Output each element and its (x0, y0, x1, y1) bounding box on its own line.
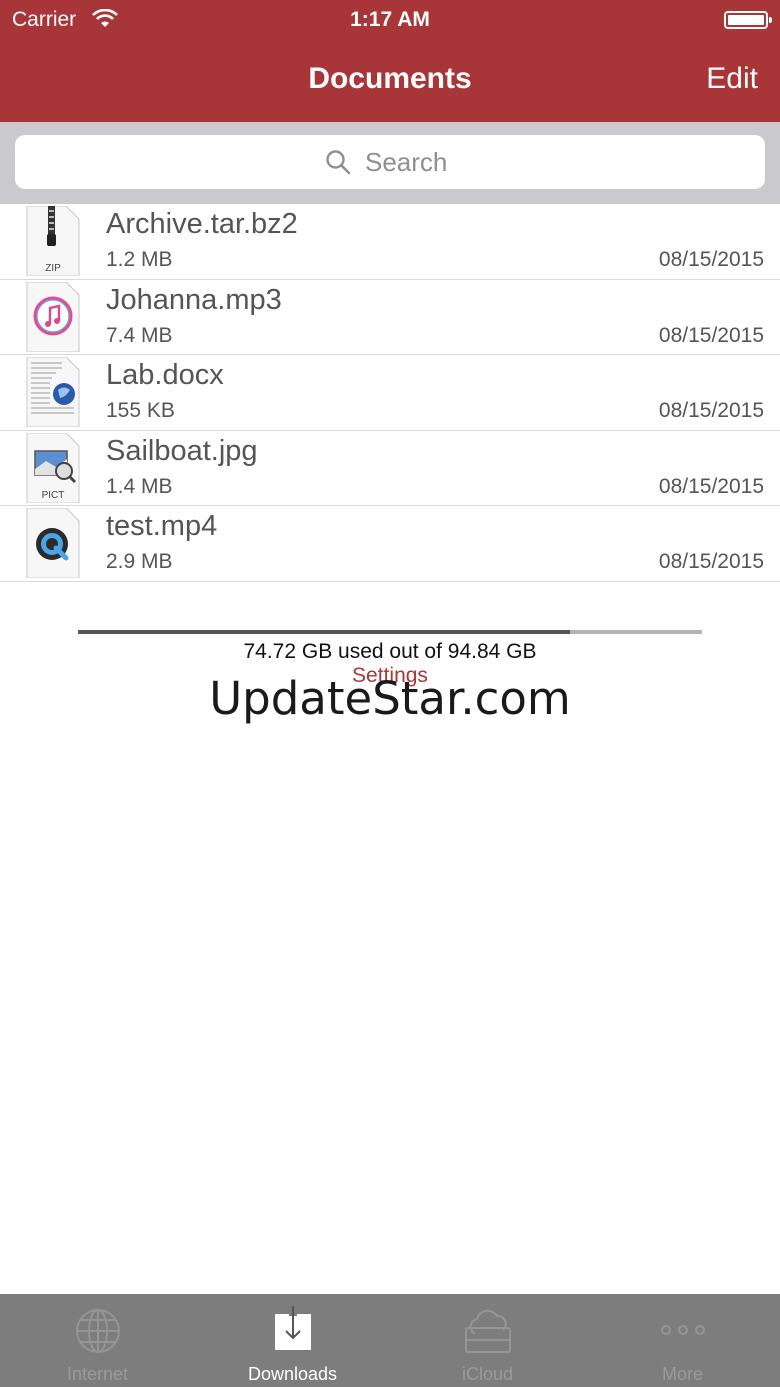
file-date: 08/15/2015 (658, 399, 764, 422)
tab-internet[interactable]: Internet (0, 1294, 195, 1387)
file-row[interactable]: Johanna.mp3 7.4 MB 08/15/2015 (0, 280, 780, 355)
file-badge: ZIP (45, 263, 61, 274)
navigation-bar: Carrier 1:17 AM Documents Edit (0, 0, 780, 122)
file-name: test.mp4 (106, 510, 218, 542)
image-file-icon: PICT (26, 432, 80, 503)
more-icon (660, 1325, 705, 1335)
file-list: ZIP Archive.tar.bz2 1.2 MB 08/15/2015 Jo… (0, 204, 780, 582)
document-file-icon (26, 357, 80, 427)
file-name: Lab.docx (106, 359, 224, 391)
cloud-icon (464, 1309, 511, 1353)
tab-label: Internet (66, 1364, 129, 1384)
file-badge: PICT (42, 490, 65, 501)
tab-label: Downloads (247, 1364, 338, 1384)
tab-downloads[interactable]: Downloads (195, 1294, 390, 1387)
quicktime-file-icon (26, 508, 80, 578)
status-time: 1:17 AM (350, 8, 430, 31)
file-size: 7.4 MB (106, 323, 173, 347)
file-date: 08/15/2015 (658, 474, 764, 498)
storage-progress-bar (78, 630, 702, 634)
file-name: Archive.tar.bz2 (106, 208, 298, 240)
tab-label: iCloud (461, 1364, 514, 1384)
battery-icon (724, 11, 772, 29)
globe-icon (75, 1309, 120, 1353)
file-name: Sailboat.jpg (106, 434, 258, 467)
file-size: 155 KB (106, 399, 175, 422)
search-input[interactable] (365, 146, 455, 178)
music-file-icon (26, 281, 80, 352)
file-row[interactable]: ZIP Archive.tar.bz2 1.2 MB 08/15/2015 (0, 204, 780, 280)
search-field[interactable] (15, 135, 765, 189)
search-bar (0, 122, 780, 204)
tab-icloud[interactable]: iCloud (390, 1294, 585, 1387)
page-title: Documents (308, 62, 472, 95)
file-name: Johanna.mp3 (106, 283, 282, 316)
tab-label: More (661, 1364, 703, 1384)
file-date: 08/15/2015 (658, 323, 764, 347)
file-row[interactable]: PICT Sailboat.jpg 1.4 MB 08/15/2015 (0, 431, 780, 506)
tab-more[interactable]: More (585, 1294, 780, 1387)
storage-usage-text: 74.72 GB used out of 94.84 GB (243, 640, 537, 663)
download-icon (274, 1306, 311, 1350)
file-date: 08/15/2015 (658, 550, 764, 573)
tab-bar: Internet Downloads iCloud More (0, 1294, 780, 1387)
search-icon (326, 150, 351, 175)
watermark: UpdateStar.com (209, 672, 571, 725)
storage-progress-fill (78, 630, 570, 634)
file-date: 08/15/2015 (658, 248, 764, 271)
file-size: 1.2 MB (106, 248, 173, 271)
status-bar: Carrier 1:17 AM (0, 0, 780, 40)
file-row[interactable]: test.mp4 2.9 MB 08/15/2015 (0, 506, 780, 582)
file-size: 2.9 MB (106, 550, 173, 573)
edit-button[interactable]: Edit (706, 62, 758, 96)
file-row[interactable]: Lab.docx 155 KB 08/15/2015 (0, 355, 780, 431)
zip-icon: ZIP (26, 206, 80, 276)
file-size: 1.4 MB (106, 474, 173, 498)
